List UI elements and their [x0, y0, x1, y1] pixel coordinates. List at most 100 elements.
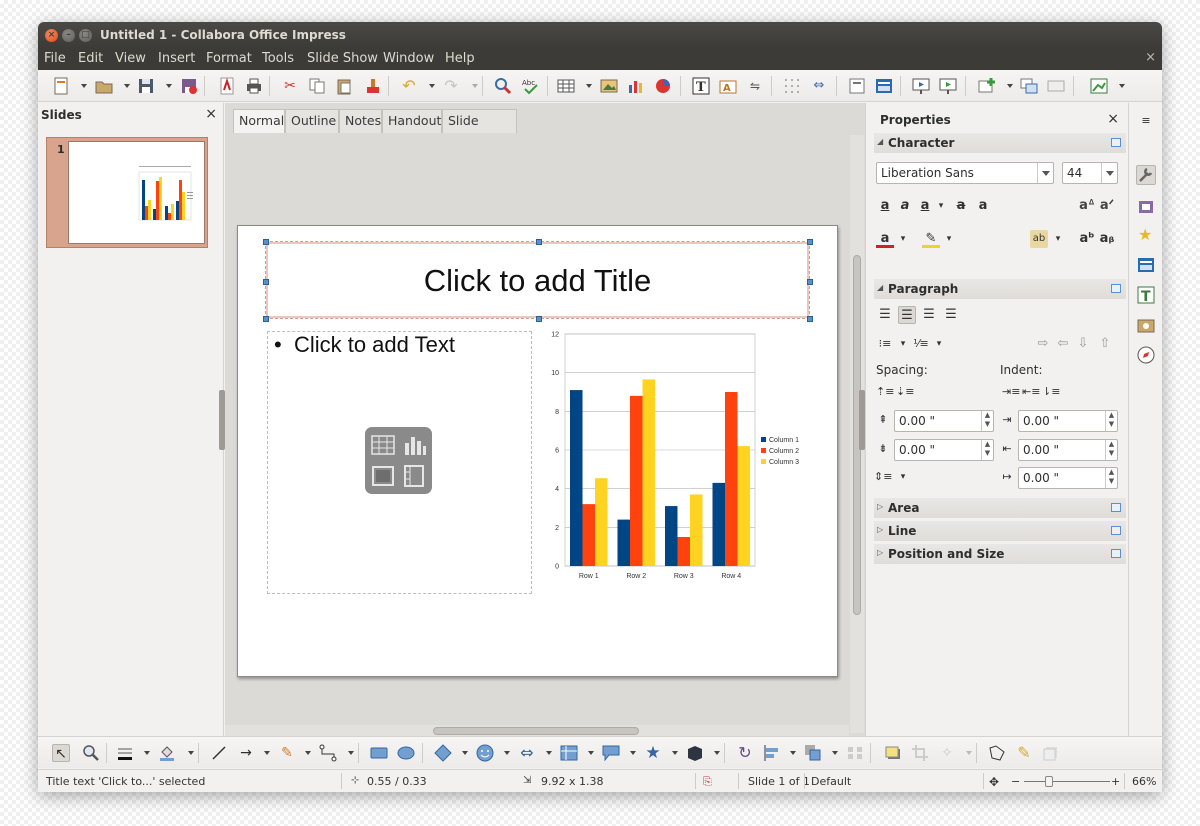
- stars-button[interactable]: ★: [644, 744, 662, 762]
- arrange-button[interactable]: [804, 744, 822, 762]
- more-options-icon[interactable]: [1111, 549, 1121, 558]
- line-color-button[interactable]: [116, 744, 134, 762]
- tab-outline[interactable]: Outline: [285, 109, 339, 133]
- clone-formatting-button[interactable]: [362, 77, 380, 95]
- navigator-button[interactable]: [1136, 345, 1156, 365]
- symbol-shapes-button[interactable]: [476, 744, 494, 762]
- menu-slide-show[interactable]: Slide Show: [307, 51, 378, 66]
- text-placeholder[interactable]: • Click to add Text: [267, 331, 532, 594]
- animation-button[interactable]: ★: [1136, 225, 1156, 245]
- selection-handle[interactable]: [263, 316, 269, 322]
- superscript-icon[interactable]: aᵇ: [1078, 230, 1096, 248]
- bar-chart[interactable]: 0 2 4 6 8 10 12 Row 1 Row 2 Row 3 Row 4 Column 1 Col…: [543, 330, 823, 594]
- decrease-spacing-icon[interactable]: ⇣≡: [896, 383, 914, 401]
- callouts-button[interactable]: [602, 744, 620, 762]
- insert-fontwork-button[interactable]: A: [719, 77, 737, 95]
- promote-icon[interactable]: ⇦: [1054, 335, 1072, 353]
- slides-panel-close-icon[interactable]: ×: [205, 106, 217, 122]
- more-options-icon[interactable]: [1111, 503, 1121, 512]
- insert-image-button[interactable]: [600, 77, 618, 95]
- properties-close-icon[interactable]: ×: [1107, 111, 1119, 127]
- area-section-header[interactable]: ▷ Area: [874, 498, 1126, 518]
- arrow-tool-button[interactable]: →: [237, 744, 255, 762]
- chevron-down-icon[interactable]: ▾: [932, 197, 950, 215]
- shadow-icon[interactable]: a: [974, 197, 992, 215]
- spin-buttons[interactable]: ▲ ▼: [981, 411, 993, 431]
- filter-button[interactable]: ✧: [938, 744, 956, 762]
- align-center-icon[interactable]: ☰: [898, 306, 916, 324]
- insert-chart-button[interactable]: [627, 77, 645, 95]
- zoom-out-button[interactable]: −: [1011, 775, 1020, 788]
- fit-slide-icon[interactable]: ✥: [989, 775, 999, 789]
- paragraph-section-header[interactable]: ◢ Paragraph: [874, 279, 1126, 299]
- window-minimize-button[interactable]: –: [62, 29, 75, 42]
- slide-canvas[interactable]: Click to add Title • Click to add Text 0…: [225, 135, 849, 725]
- above-paragraph-spacing-field[interactable]: 0.00 " ▲ ▼: [894, 410, 994, 432]
- extrusion-button[interactable]: [1042, 744, 1060, 762]
- insert-table-icon[interactable]: [369, 431, 397, 459]
- increase-spacing-icon[interactable]: ⇡≡: [876, 383, 894, 401]
- start-from-current-slide-button[interactable]: [939, 77, 957, 95]
- chevron-down-icon[interactable]: ▾: [894, 335, 912, 353]
- 3d-objects-button[interactable]: [686, 744, 704, 762]
- below-paragraph-spacing-field[interactable]: 0.00 " ▲ ▼: [894, 439, 994, 461]
- select-tool-button[interactable]: ↖: [52, 744, 70, 762]
- bold-icon[interactable]: a: [876, 197, 894, 215]
- horizontal-scrollbar[interactable]: [225, 725, 849, 736]
- increase-indent-icon[interactable]: ⇥≡: [1002, 383, 1020, 401]
- align-objects-button[interactable]: [763, 744, 781, 762]
- export-pdf-button[interactable]: [218, 77, 236, 95]
- styles-button[interactable]: T: [1136, 285, 1156, 305]
- save-button[interactable]: [137, 77, 155, 95]
- subscript-icon[interactable]: aᵦ: [1098, 230, 1116, 248]
- strikethrough-icon[interactable]: a: [952, 197, 970, 215]
- shadow-button[interactable]: [884, 744, 902, 762]
- undo-button[interactable]: ↶: [400, 77, 418, 95]
- move-down-icon[interactable]: ⇩: [1074, 335, 1092, 353]
- zoom-slider-thumb[interactable]: [1045, 776, 1053, 787]
- selection-handle[interactable]: [807, 316, 813, 322]
- insert-image-icon[interactable]: [369, 462, 397, 490]
- zoom-pan-button[interactable]: [82, 744, 100, 762]
- font-size-combobox[interactable]: 44: [1062, 162, 1118, 184]
- insert-video-icon[interactable]: [400, 462, 428, 490]
- before-text-indent-field[interactable]: 0.00 " ▲ ▼: [1018, 410, 1118, 432]
- tab-slide-sorter[interactable]: Slide Sorter: [442, 109, 517, 150]
- start-from-first-slide-button[interactable]: [912, 77, 930, 95]
- more-options-icon[interactable]: [1111, 138, 1121, 147]
- save-remote-button[interactable]: [180, 77, 198, 95]
- highlight-color-icon[interactable]: ✎: [922, 230, 940, 248]
- new-slide-button[interactable]: [978, 77, 996, 95]
- font-name-combobox[interactable]: Liberation Sans: [876, 162, 1054, 184]
- display-views-button[interactable]: [1090, 77, 1108, 95]
- chevron-down-icon[interactable]: ▾: [940, 230, 958, 248]
- rectangle-tool-button[interactable]: [370, 744, 388, 762]
- block-arrows-button[interactable]: ⇔: [518, 744, 536, 762]
- chevron-down-icon[interactable]: [1101, 163, 1117, 183]
- more-options-icon[interactable]: [1111, 526, 1121, 535]
- increase-font-icon[interactable]: aᐞ: [1078, 197, 1096, 215]
- align-right-icon[interactable]: ☰: [920, 306, 938, 324]
- position-size-section-header[interactable]: ▷ Position and Size: [874, 544, 1126, 564]
- gallery-button[interactable]: [1136, 315, 1156, 335]
- chevron-down-icon[interactable]: ▾: [930, 335, 948, 353]
- zoom-slider[interactable]: [1024, 781, 1110, 782]
- horizontal-scroll-thumb[interactable]: [433, 727, 639, 735]
- italic-icon[interactable]: a: [896, 197, 914, 215]
- menu-view[interactable]: View: [115, 51, 146, 66]
- tab-normal[interactable]: Normal: [233, 109, 285, 133]
- chevron-down-icon[interactable]: ▾: [1049, 230, 1067, 248]
- align-left-icon[interactable]: ☰: [876, 306, 894, 324]
- selection-handle[interactable]: [536, 239, 542, 245]
- master-slide-button[interactable]: [848, 77, 866, 95]
- distribute-button[interactable]: [846, 744, 864, 762]
- chevron-down-icon[interactable]: ▾: [894, 230, 912, 248]
- glue-points-button[interactable]: ✎: [1015, 744, 1033, 762]
- delete-slide-button[interactable]: [1047, 77, 1065, 95]
- grid-button[interactable]: [783, 77, 801, 95]
- document-modified-icon[interactable]: ⎘: [703, 775, 712, 789]
- font-color-icon[interactable]: a: [876, 230, 894, 248]
- document-close-icon[interactable]: ×: [1145, 50, 1156, 65]
- justify-icon[interactable]: ☰: [942, 306, 960, 324]
- first-line-indent-field[interactable]: 0.00 " ▲ ▼: [1018, 467, 1118, 489]
